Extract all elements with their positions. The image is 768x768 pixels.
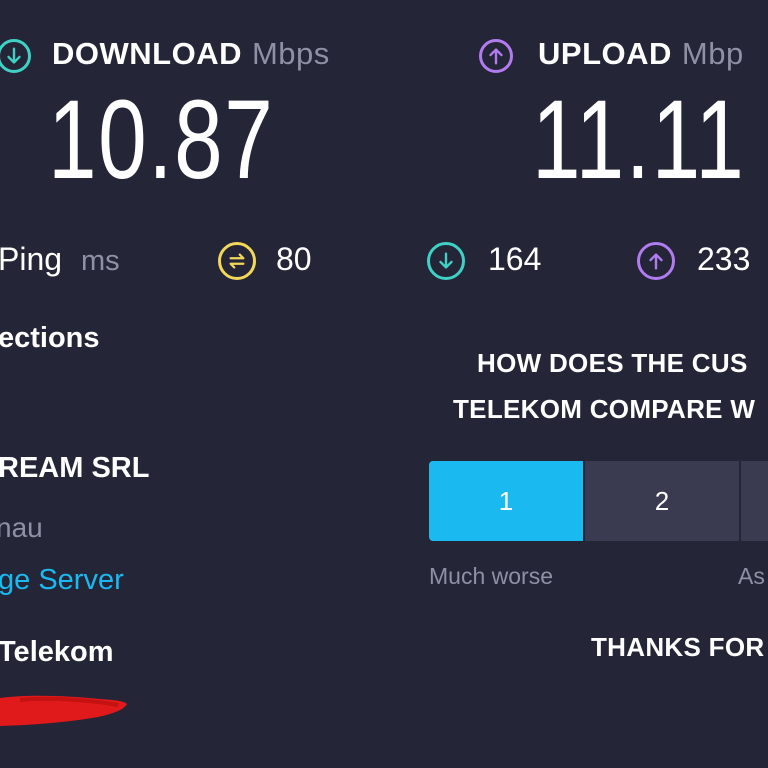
rating-scale: 1 2 bbox=[429, 461, 768, 541]
rating-label-much-worse: Much worse bbox=[429, 563, 553, 589]
isp-name: Telekom bbox=[0, 636, 114, 668]
survey-question-line-1: HOW DOES THE CUS bbox=[477, 348, 748, 378]
download-arrow-icon bbox=[0, 39, 31, 73]
upload-latency-icon bbox=[637, 242, 675, 280]
upload-label: UPLOAD bbox=[538, 36, 672, 71]
rating-option-1[interactable]: 1 bbox=[429, 461, 583, 541]
ping-unit: ms bbox=[80, 245, 120, 277]
rating-option-2[interactable]: 2 bbox=[585, 461, 739, 541]
rating-option-3-partial[interactable] bbox=[741, 461, 768, 541]
redaction-mark bbox=[0, 695, 127, 726]
upload-latency-value: 233 bbox=[697, 241, 751, 277]
idle-latency-icon bbox=[218, 242, 256, 280]
download-label: DOWNLOAD bbox=[52, 36, 242, 71]
ping-heading: Ping ms bbox=[0, 241, 120, 278]
change-server-link[interactable]: ge Server bbox=[0, 564, 124, 597]
rating-label-as: As bbox=[738, 563, 765, 589]
upload-heading: UPLOAD Mbp bbox=[538, 36, 744, 72]
idle-latency-value: 80 bbox=[276, 241, 312, 277]
download-unit: Mbps bbox=[251, 36, 330, 71]
connections-heading: ections bbox=[0, 322, 100, 354]
upload-speed-value: 11.11 bbox=[532, 77, 746, 202]
download-latency-value: 164 bbox=[488, 241, 542, 277]
server-provider-name: REAM SRL bbox=[0, 452, 150, 484]
download-heading: DOWNLOAD Mbps bbox=[52, 36, 330, 72]
survey-question-line-2: TELEKOM COMPARE W bbox=[453, 394, 756, 424]
survey-thanks-text: THANKS FOR bbox=[591, 632, 765, 662]
upload-arrow-icon bbox=[479, 39, 513, 73]
ping-label: Ping bbox=[0, 241, 63, 277]
download-speed-value: 10.87 bbox=[48, 77, 275, 202]
server-location: nau bbox=[0, 512, 43, 543]
upload-unit: Mbp bbox=[681, 36, 744, 71]
download-latency-icon bbox=[427, 242, 465, 280]
